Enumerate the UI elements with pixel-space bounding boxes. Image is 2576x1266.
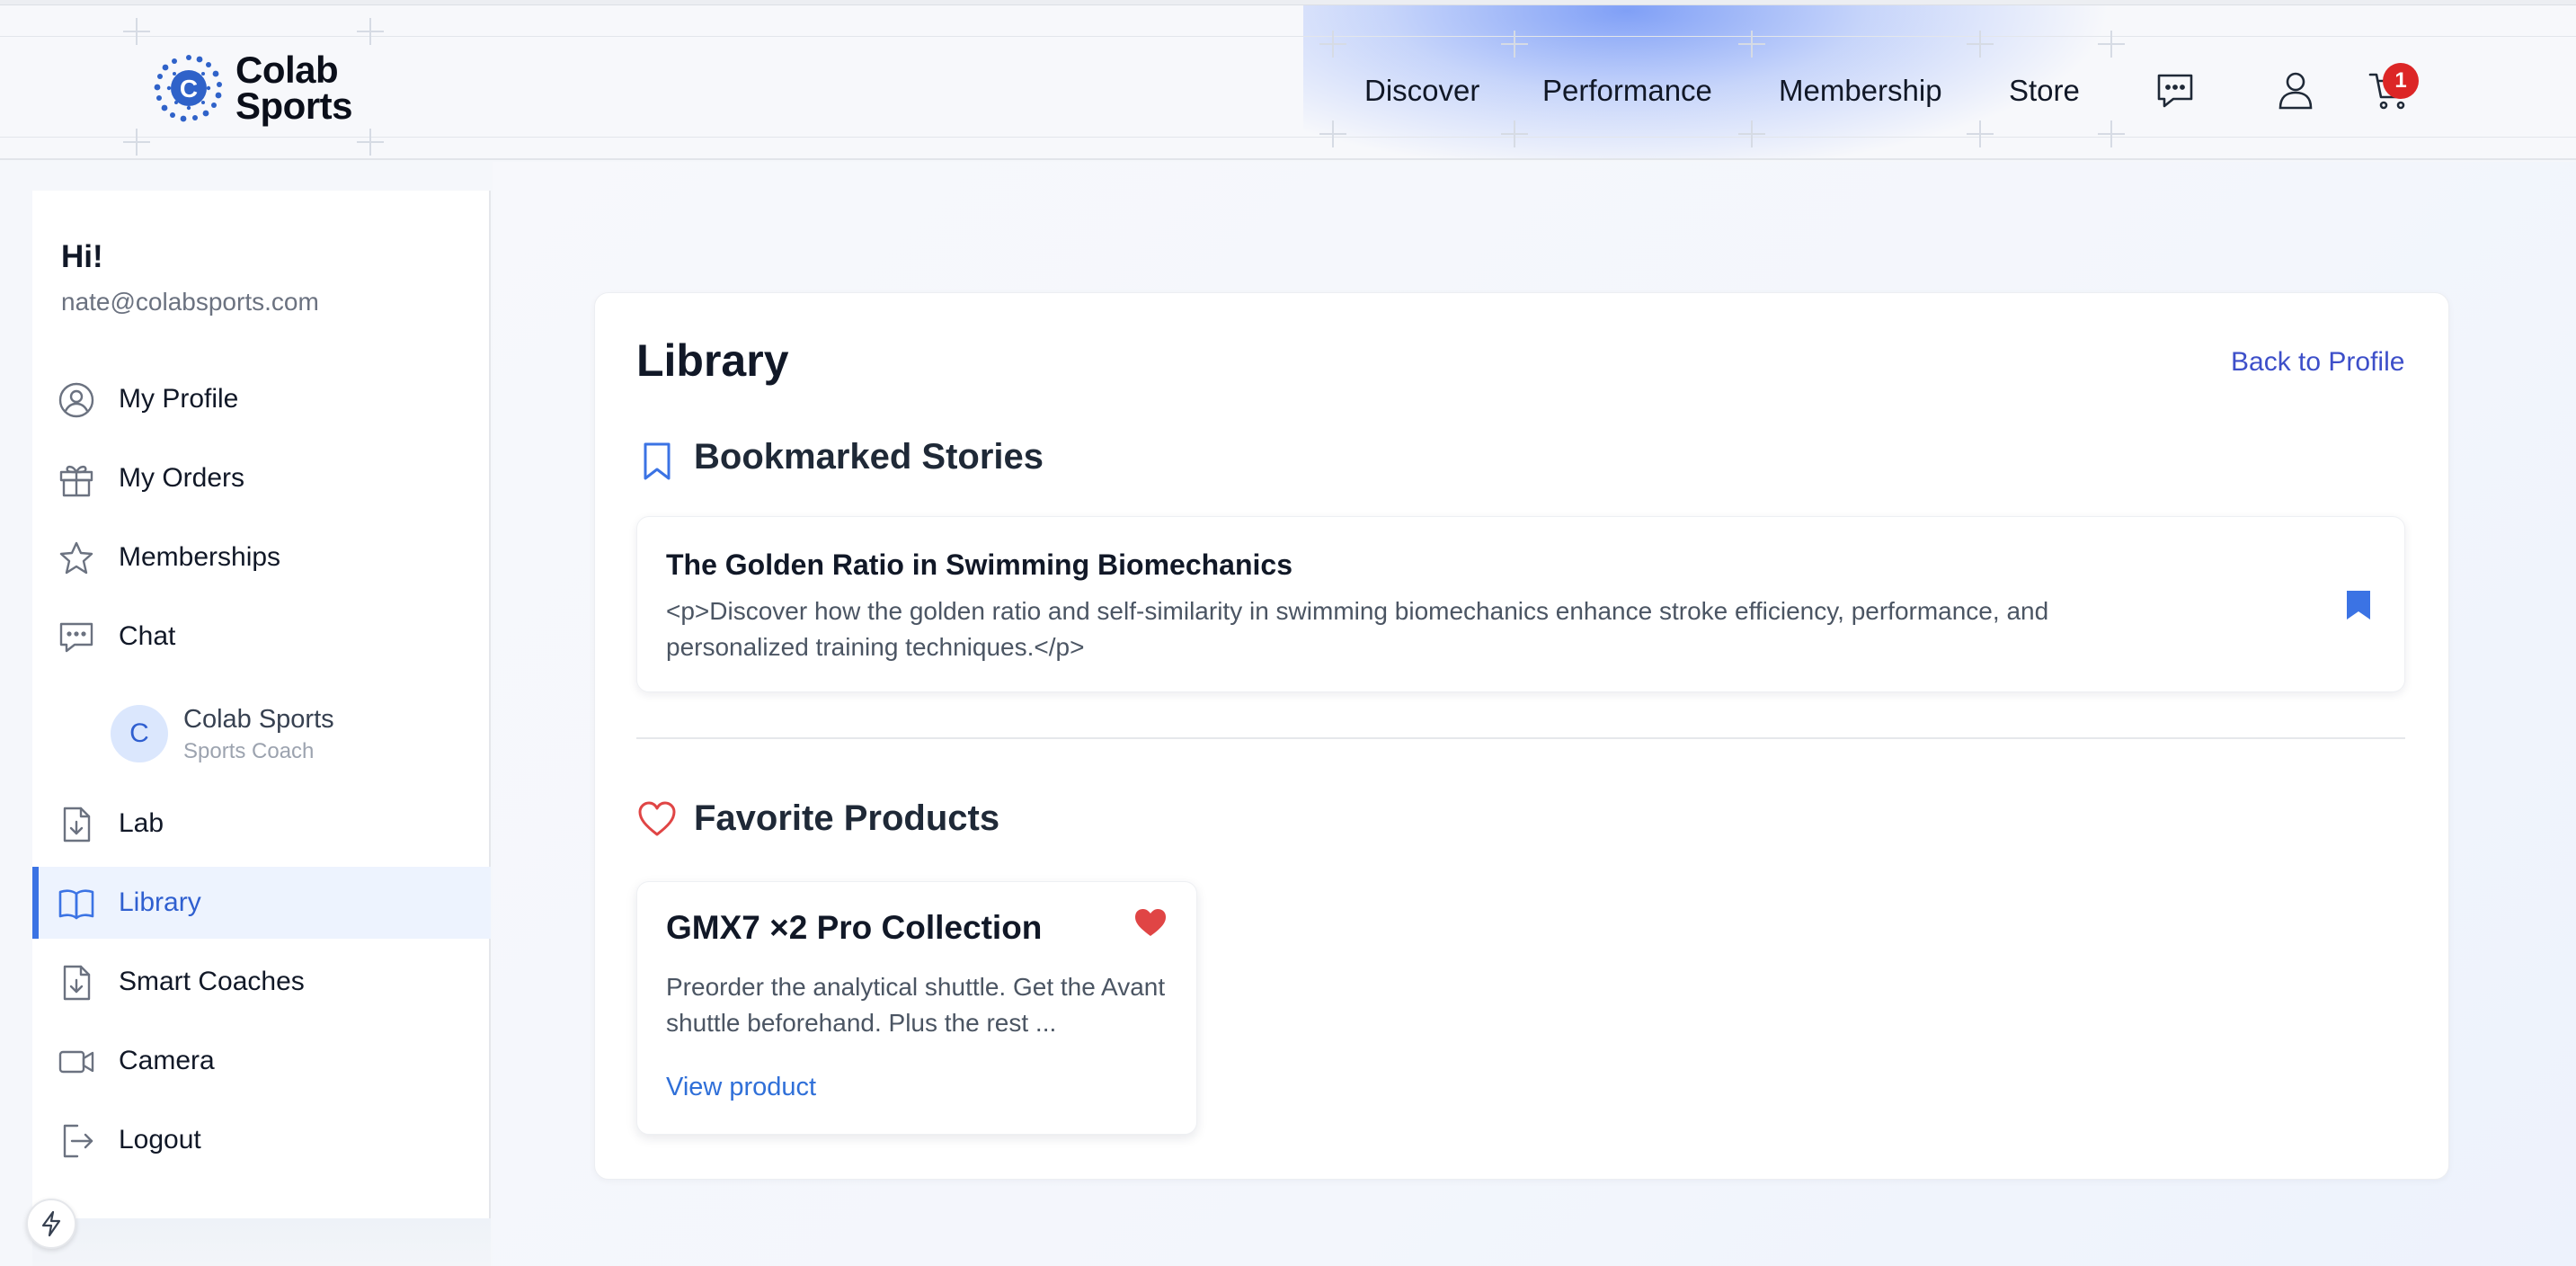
sidebar-item-memberships[interactable]: Memberships — [32, 522, 491, 593]
colab-sports-logo-icon: C — [153, 52, 225, 124]
header-grid-line — [0, 137, 2576, 138]
header-grid-line — [0, 36, 2576, 37]
grid-plus — [123, 18, 150, 45]
chat-icon — [58, 619, 95, 656]
grid-plus — [1501, 31, 1528, 58]
star-icon — [58, 539, 95, 577]
story-description: <p>Discover how the golden ratio and sel… — [666, 597, 2049, 661]
sidebar-item-label: Chat — [119, 621, 176, 651]
nav-discover[interactable]: Discover — [1364, 74, 1479, 108]
brand-name-line2: Sports — [235, 85, 353, 127]
view-product-link[interactable]: View product — [666, 1073, 816, 1102]
grid-plus — [1967, 31, 1994, 58]
greeting: Hi! — [61, 239, 103, 274]
sidebar-item-lab[interactable]: Lab — [32, 788, 491, 860]
sidebar-item-logout[interactable]: Logout — [32, 1104, 491, 1176]
sidebar-item-label: My Orders — [119, 463, 245, 493]
grid-plus — [1319, 31, 1346, 58]
brand-name-line1: Colab — [235, 49, 339, 91]
nav-store[interactable]: Store — [2009, 74, 2080, 108]
bookmark-filled-icon[interactable] — [2344, 589, 2373, 626]
brand-logo[interactable]: C Colab Sports — [153, 49, 353, 127]
sidebar-item-label: Logout — [119, 1125, 201, 1155]
back-to-profile-link[interactable]: Back to Profile — [2231, 347, 2404, 378]
grid-plus — [1967, 120, 1994, 147]
sidebar-item-label: Library — [119, 887, 201, 917]
bookmark-icon — [638, 441, 676, 486]
product-title: GMX7 ×2 Pro Collection — [666, 909, 1043, 946]
grid-plus — [357, 129, 384, 156]
svg-text:C: C — [180, 75, 198, 103]
grid-plus — [2098, 31, 2125, 58]
chat-contact-role: Sports Coach — [183, 739, 315, 763]
quick-action-button[interactable] — [26, 1199, 76, 1249]
brand-wordmark: Colab Sports — [235, 49, 353, 127]
page-title: Library — [636, 335, 789, 386]
grid-plus — [1738, 31, 1765, 58]
grid-plus — [1501, 120, 1528, 147]
heart-filled-icon[interactable] — [1133, 906, 1168, 943]
grid-plus — [123, 129, 150, 156]
product-description: Preorder the analytical shuttle. Get the… — [666, 973, 1166, 1037]
user-email: nate@colabsports.com — [61, 288, 319, 316]
book-open-icon — [58, 885, 95, 923]
sidebar-item-label: Memberships — [119, 542, 281, 572]
heart-icon — [636, 800, 678, 843]
sidebar-item-label: Camera — [119, 1046, 215, 1075]
video-camera-icon — [58, 1043, 95, 1081]
cart-count-badge: 1 — [2383, 63, 2419, 99]
sidebar-item-chat[interactable]: Chat — [32, 601, 491, 673]
nav-performance[interactable]: Performance — [1542, 74, 1712, 108]
user-circle-icon — [58, 381, 95, 419]
favorite-products-heading: Favorite Products — [694, 798, 1000, 838]
grid-plus — [2098, 120, 2125, 147]
file-download-icon — [58, 806, 95, 843]
sidebar-item-my-orders[interactable]: My Orders — [32, 442, 491, 514]
sidebar-item-camera[interactable]: Camera — [32, 1025, 491, 1097]
grid-plus — [357, 18, 384, 45]
logout-icon — [58, 1122, 95, 1160]
bookmarked-stories-heading: Bookmarked Stories — [694, 437, 1044, 477]
messages-icon[interactable] — [2154, 70, 2197, 116]
account-icon[interactable] — [2276, 68, 2315, 116]
chat-contact-name: Colab Sports — [183, 705, 334, 734]
sidebar-item-label: Lab — [119, 808, 164, 838]
grid-plus — [1738, 120, 1765, 147]
chat-contact-colab-sports[interactable]: C Colab Sports Sports Coach — [111, 705, 470, 764]
avatar: C — [111, 705, 168, 762]
section-divider — [636, 737, 2405, 739]
sidebar-item-smart-coaches[interactable]: Smart Coaches — [32, 946, 491, 1018]
story-title[interactable]: The Golden Ratio in Swimming Biomechanic… — [666, 548, 1292, 582]
grid-plus — [1319, 120, 1346, 147]
sidebar-item-label: Smart Coaches — [119, 967, 305, 996]
file-download-icon — [58, 964, 95, 1002]
sidebar-item-label: My Profile — [119, 384, 239, 414]
lightning-icon — [41, 1210, 61, 1237]
nav-membership[interactable]: Membership — [1779, 74, 1942, 108]
sidebar-item-my-profile[interactable]: My Profile — [32, 363, 491, 435]
gift-icon — [58, 460, 95, 498]
sidebar-item-library[interactable]: Library — [32, 867, 491, 939]
sidebar-footer — [32, 1218, 491, 1266]
